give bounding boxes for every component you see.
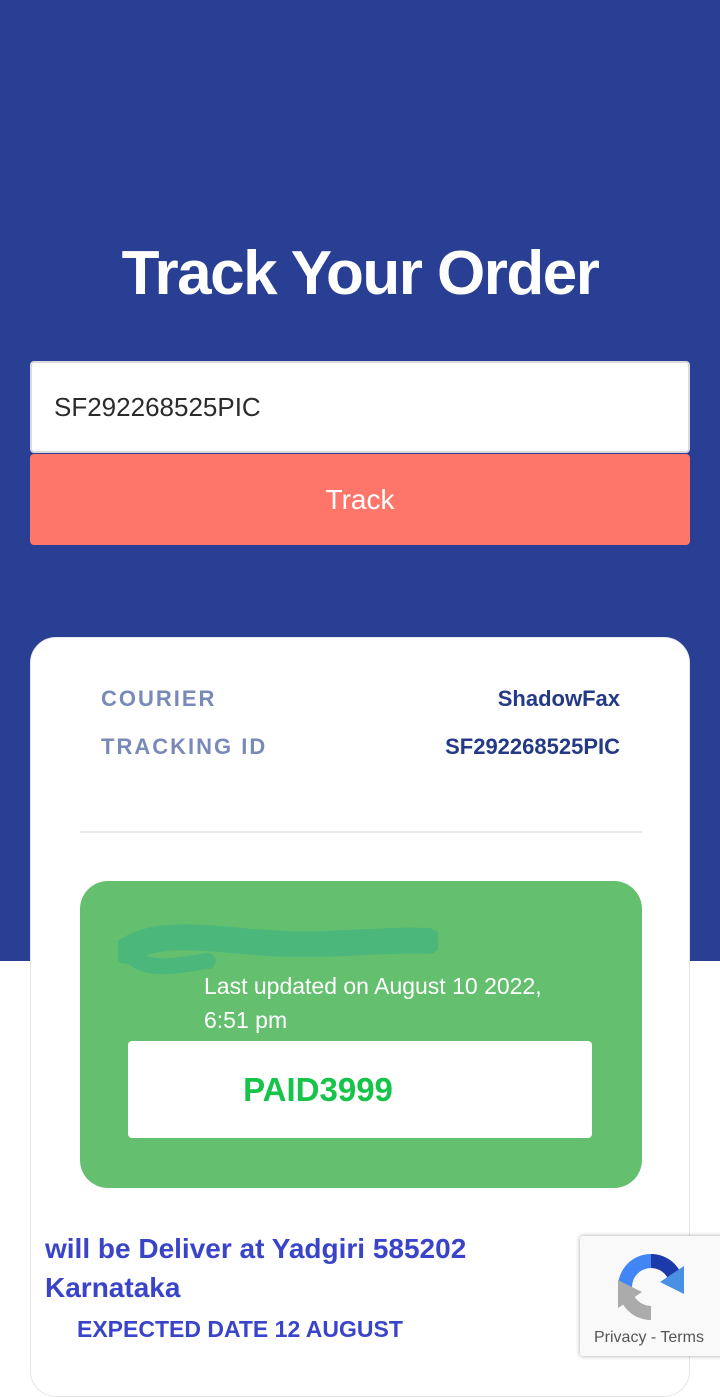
delivery-line-2: Karnataka	[45, 1272, 181, 1303]
payment-status-text: PAID3999	[243, 1071, 393, 1108]
status-box: Last updated on August 10 2022, 6:51 pm …	[80, 881, 642, 1188]
divider	[80, 831, 642, 833]
tracking-number-input[interactable]	[30, 361, 690, 453]
courier-value: ShadowFax	[497, 686, 620, 711]
payment-status-box: PAID3999	[128, 1041, 592, 1138]
last-updated-line-2: 6:51 pm	[204, 1007, 288, 1033]
last-updated-line-1: Last updated on August 10 2022,	[204, 973, 542, 999]
expected-date-text: EXPECTED DATE 12 AUGUST	[77, 1316, 403, 1342]
last-updated-text: Last updated on August 10 2022, 6:51 pm	[204, 969, 594, 1037]
links-separator: -	[650, 1329, 657, 1346]
delivery-line-1: will be Deliver at Yadgiri 585202	[45, 1233, 467, 1264]
terms-link[interactable]: Terms	[660, 1329, 704, 1346]
recaptcha-badge[interactable]: Privacy - Terms	[580, 1236, 720, 1356]
tracking-id-label: TRACKING ID	[101, 734, 268, 759]
page-title: Track Your Order	[121, 239, 600, 308]
recaptcha-links: Privacy - Terms	[594, 1329, 704, 1347]
courier-label: COURIER	[101, 686, 217, 711]
delivery-location-text: will be Deliver at Yadgiri 585202 Karnat…	[45, 1229, 545, 1307]
recaptcha-icon	[618, 1254, 684, 1320]
tracking-id-value: SF292268525PIC	[445, 734, 620, 759]
privacy-link[interactable]: Privacy	[594, 1329, 646, 1346]
track-button[interactable]: Track	[30, 454, 690, 545]
